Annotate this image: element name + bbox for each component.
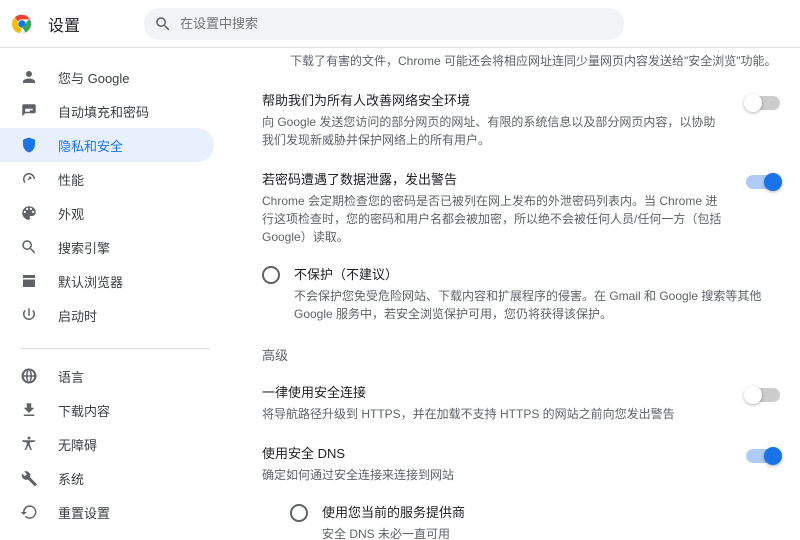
setting-title: 一律使用安全连接 <box>262 382 726 401</box>
setting-desc: Chrome 会定期检查您的密码是否已被列在网上发布的外泄密码列表内。当 Chr… <box>262 192 726 246</box>
sidebar-item-you-and-google[interactable]: 您与 Google <box>0 60 214 94</box>
autofill-icon <box>20 102 38 120</box>
content-area: 下载了有害的文件，Chrome 可能还会将相应网址连同少量网页内容发送给"安全浏… <box>230 48 800 540</box>
sidebar-item-label: 外观 <box>58 204 84 223</box>
secure-dns-toggle[interactable] <box>746 449 780 463</box>
improve-security-toggle[interactable] <box>746 96 780 110</box>
sidebar-item-privacy[interactable]: 隐私和安全 <box>0 128 214 162</box>
sidebar-item-label: 无障碍 <box>58 435 97 454</box>
sidebar-item-label: 默认浏览器 <box>58 272 123 291</box>
person-icon <box>20 68 38 86</box>
sidebar-item-performance[interactable]: 性能 <box>0 162 214 196</box>
sidebar-item-accessibility[interactable]: 无障碍 <box>0 427 214 461</box>
sidebar-item-downloads[interactable]: 下载内容 <box>0 393 214 427</box>
setting-title: 使用安全 DNS <box>262 443 726 462</box>
setting-desc: 确定如何通过安全连接来连接到网站 <box>262 466 726 484</box>
sidebar-item-default-browser[interactable]: 默认浏览器 <box>0 264 214 298</box>
sidebar-item-label: 系统 <box>58 469 84 488</box>
sidebar-item-languages[interactable]: 语言 <box>0 359 214 393</box>
sidebar-item-label: 您与 Google <box>58 68 130 87</box>
sidebar-item-label: 自动填充和密码 <box>58 102 149 121</box>
globe-icon <box>20 367 38 385</box>
speedometer-icon <box>20 170 38 188</box>
dns-current-provider-radio[interactable] <box>290 504 308 522</box>
sidebar-item-label: 性能 <box>58 170 84 189</box>
no-protection-radio[interactable] <box>262 266 280 284</box>
sidebar-item-appearance[interactable]: 外观 <box>0 196 214 230</box>
palette-icon <box>20 204 38 222</box>
search-input[interactable] <box>144 8 624 40</box>
radio-desc: 不会保护您免受危险网站、下载内容和扩展程序的侵害。在 Gmail 和 Googl… <box>294 287 780 323</box>
setting-desc: 向 Google 发送您访问的部分网页的网址、有限的系统信息以及部分网页内容，以… <box>262 113 726 149</box>
radio-title: 使用您当前的服务提供商 <box>322 502 780 521</box>
accessibility-icon <box>20 435 38 453</box>
sidebar-item-search-engine[interactable]: 搜索引擎 <box>0 230 214 264</box>
divider <box>20 348 210 349</box>
sidebar-item-label: 下载内容 <box>58 401 110 420</box>
password-leak-toggle[interactable] <box>746 175 780 189</box>
sidebar-item-label: 重置设置 <box>58 503 110 522</box>
sidebar-item-on-startup[interactable]: 启动时 <box>0 298 214 332</box>
sidebar-item-label: 语言 <box>58 367 84 386</box>
sidebar-item-autofill[interactable]: 自动填充和密码 <box>0 94 214 128</box>
radio-title: 不保护（不建议） <box>294 264 780 283</box>
setting-title: 若密码遭遇了数据泄露，发出警告 <box>262 169 726 188</box>
advanced-heading: 高级 <box>262 331 780 372</box>
download-icon <box>20 401 38 419</box>
sidebar-item-label: 启动时 <box>58 306 97 325</box>
sidebar-item-system[interactable]: 系统 <box>0 461 214 495</box>
sidebar: 您与 Google 自动填充和密码 隐私和安全 性能 外观 搜索引擎 <box>0 48 230 540</box>
sidebar-item-reset[interactable]: 重置设置 <box>0 495 214 529</box>
page-title: 设置 <box>48 12 80 36</box>
intro-desc: 下载了有害的文件，Chrome 可能还会将相应网址连同少量网页内容发送给"安全浏… <box>290 52 780 70</box>
always-https-toggle[interactable] <box>746 388 780 402</box>
restore-icon <box>20 503 38 521</box>
sidebar-item-label: 隐私和安全 <box>58 136 123 155</box>
radio-desc: 安全 DNS 未必一直可用 <box>322 525 780 540</box>
search-icon <box>154 15 172 36</box>
wrench-icon <box>20 469 38 487</box>
sidebar-item-label: 搜索引擎 <box>58 238 110 257</box>
power-icon <box>20 306 38 324</box>
browser-icon <box>20 272 38 290</box>
chrome-logo-icon <box>12 14 32 34</box>
search-icon <box>20 238 38 256</box>
shield-icon <box>20 136 38 154</box>
setting-desc: 将导航路径升级到 HTTPS，并在加载不支持 HTTPS 的网站之前向您发出警告 <box>262 405 726 423</box>
setting-title: 帮助我们为所有人改善网络安全环境 <box>262 90 726 109</box>
